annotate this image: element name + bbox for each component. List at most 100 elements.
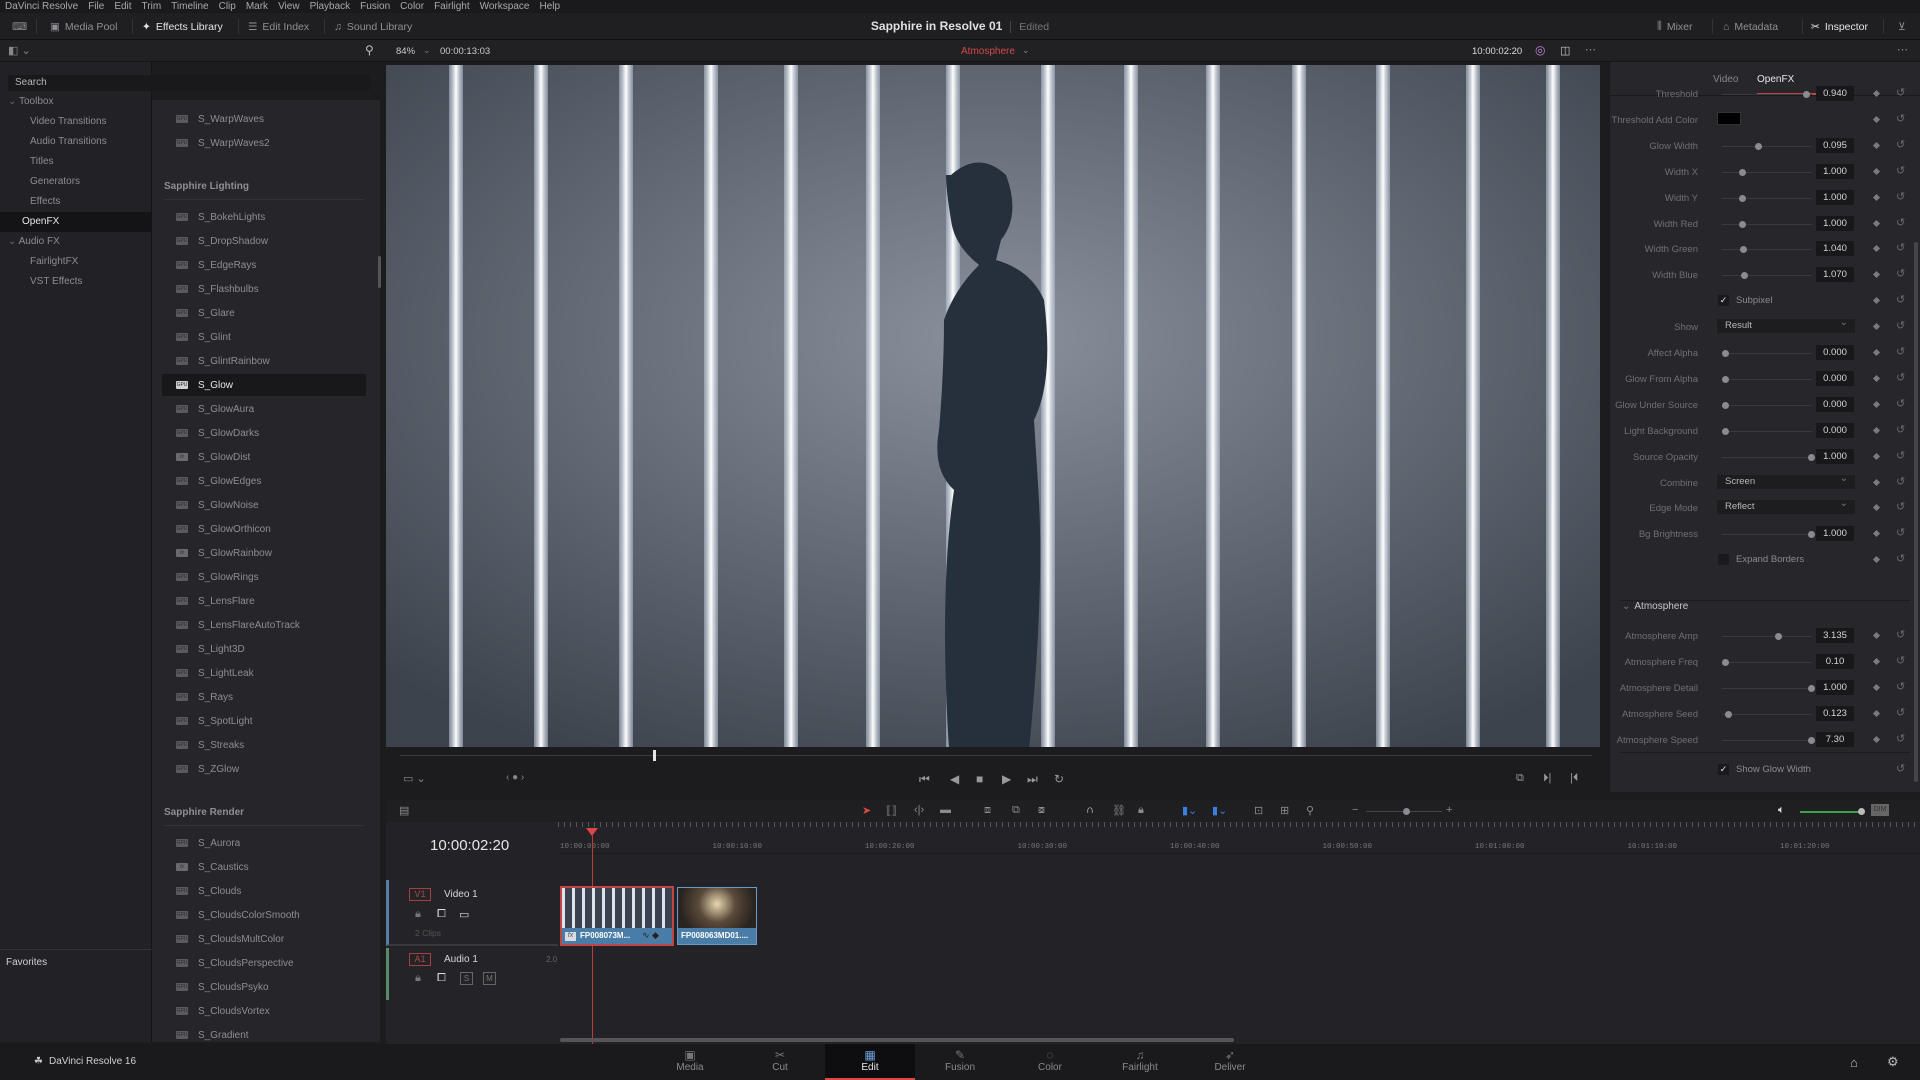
zoom-detail-icon[interactable]: ⊞: [1280, 804, 1289, 817]
keyframe-icon[interactable]: [1872, 657, 1881, 665]
param-slider[interactable]: [1722, 168, 1812, 176]
effect-list-item[interactable]: GPU S_GlowRings: [162, 566, 366, 588]
overwrite-clip-icon[interactable]: ⧉: [1012, 804, 1020, 817]
color-swatch[interactable]: [1717, 111, 1741, 125]
param-value-input[interactable]: 1.040: [1816, 241, 1854, 257]
reverse-icon[interactable]: ◀: [950, 772, 959, 786]
param-slider[interactable]: [1722, 710, 1812, 718]
auto-select-icon[interactable]: ⧠: [437, 908, 446, 921]
inspector-button[interactable]: ✂ Inspector: [1811, 18, 1868, 35]
lock-icon[interactable]: 🔒︎: [1138, 804, 1144, 817]
keyframe-icon[interactable]: [1872, 323, 1881, 331]
effect-list-item[interactable]: fx S_Caustics: [162, 856, 366, 878]
home-icon[interactable]: ⌂: [1850, 1055, 1858, 1070]
reset-icon[interactable]: ↺: [1896, 475, 1905, 488]
reset-icon[interactable]: ↺: [1896, 423, 1905, 436]
reset-icon[interactable]: ↺: [1896, 628, 1905, 641]
param-value-input[interactable]: 3.135: [1816, 628, 1854, 643]
tree-item[interactable]: Titles: [0, 152, 152, 172]
stop-icon[interactable]: ■: [976, 772, 983, 786]
menu-item[interactable]: File: [88, 1, 104, 12]
auto-select-icon[interactable]: ⧠: [437, 972, 446, 985]
reset-icon[interactable]: ↺: [1896, 345, 1905, 358]
reset-icon[interactable]: ↺: [1896, 397, 1905, 410]
slider-knob[interactable]: [1739, 168, 1747, 176]
reset-icon[interactable]: ↺: [1896, 732, 1905, 745]
slider-knob[interactable]: [1740, 272, 1748, 280]
effect-list-item[interactable]: GPU S_BokehLights: [162, 206, 366, 228]
flag-icon[interactable]: ▮⌄: [1182, 804, 1197, 817]
effect-list-item[interactable]: GPU S_GlowEdges: [162, 470, 366, 492]
keyframe-nav-icon[interactable]: ‹ ● ›: [506, 772, 524, 783]
timeline-ruler[interactable]: 10:00:00:00 10:00:10:00 10:00:20:00 10:00:3…: [558, 822, 1920, 854]
param-slider[interactable]: [1722, 684, 1815, 692]
reset-icon[interactable]: ↺: [1896, 86, 1905, 99]
panel-toggle-icon[interactable]: ◧ ⌄: [8, 44, 31, 57]
track-id-v1[interactable]: V1: [409, 888, 431, 901]
zoom-custom-icon[interactable]: ⚲: [1306, 804, 1314, 817]
effect-list-item[interactable]: GPU S_GlowOrthicon: [162, 518, 366, 540]
keyframe-icon[interactable]: [1872, 219, 1881, 227]
settings-gear-icon[interactable]: ⚙: [1887, 1054, 1899, 1070]
effect-list-item[interactable]: GPU S_LensFlare: [162, 590, 366, 612]
loop-icon[interactable]: ↻: [1054, 772, 1064, 786]
keyframe-icon[interactable]: [1872, 348, 1881, 357]
menu-item[interactable]: Fairlight: [434, 1, 470, 12]
menu-item[interactable]: Timeline: [171, 1, 208, 12]
keyframe-icon[interactable]: [1872, 426, 1881, 434]
scrubber-handle[interactable]: [653, 750, 656, 761]
edit-index-button[interactable]: ☰ Edit Index: [248, 18, 309, 35]
param-slider[interactable]: [1722, 350, 1812, 357]
effect-list-item[interactable]: GPU S_CloudsVortex: [162, 1000, 366, 1022]
param-value-input[interactable]: 0.000: [1816, 422, 1854, 438]
play-icon[interactable]: ▶: [1002, 772, 1011, 786]
slider-knob[interactable]: [1722, 401, 1729, 409]
reset-icon[interactable]: ↺: [1896, 112, 1905, 125]
slider-knob[interactable]: [1722, 427, 1729, 435]
keyframe-icon[interactable]: [1872, 504, 1881, 512]
tree-item[interactable]: VST Effects: [0, 272, 152, 292]
slider-knob[interactable]: [1722, 350, 1729, 357]
effects-group-header[interactable]: Sapphire Render: [164, 802, 364, 826]
param-dropdown[interactable]: Screen: [1717, 472, 1855, 489]
keyframe-icon[interactable]: [1872, 193, 1881, 201]
page-media[interactable]: ▣ Media: [645, 1044, 735, 1080]
param-slider[interactable]: [1722, 427, 1812, 435]
library-search-input[interactable]: Search: [8, 75, 370, 91]
match-frame-icon[interactable]: ⧉: [1516, 772, 1524, 785]
keyframe-icon[interactable]: [1872, 530, 1881, 538]
reset-icon[interactable]: ↺: [1896, 526, 1905, 539]
param-value-input[interactable]: 1.000: [1816, 448, 1854, 464]
slider-knob[interactable]: [1808, 531, 1815, 539]
param-slider[interactable]: [1722, 91, 1812, 98]
menu-item[interactable]: Mark: [246, 1, 268, 12]
atmosphere-section-header[interactable]: ⌄ Atmosphere: [1622, 601, 1688, 612]
effect-list-item[interactable]: GPU S_GlowDarks: [162, 422, 366, 444]
tree-item[interactable]: Effects: [0, 192, 152, 212]
insert-clip-icon[interactable]: ⧈: [984, 804, 991, 817]
effect-list-item[interactable]: GPU S_SpotLight: [162, 710, 366, 732]
reset-icon[interactable]: ↺: [1896, 654, 1905, 667]
effect-list-item[interactable]: GPU S_WarpWaves: [162, 108, 366, 130]
keyframe-icon[interactable]: [1872, 141, 1881, 149]
effect-list-item[interactable]: GPU S_DropShadow: [162, 230, 366, 252]
keyframe-icon[interactable]: [1872, 735, 1881, 743]
param-slider[interactable]: [1722, 658, 1812, 666]
effect-list-item[interactable]: GPU S_Glare: [162, 302, 366, 324]
param-value-input[interactable]: 7.30: [1816, 731, 1854, 747]
viewer-scrubber[interactable]: [400, 755, 1592, 756]
reset-icon[interactable]: ↺: [1896, 216, 1905, 229]
menu-item[interactable]: DaVinci Resolve: [5, 1, 78, 12]
favorites-header[interactable]: Favorites: [0, 949, 152, 968]
zoom-out-icon[interactable]: −: [1352, 804, 1358, 816]
param-slider[interactable]: [1722, 531, 1815, 539]
mixer-button[interactable]: ⫼ Mixer: [1657, 18, 1693, 35]
param-dropdown[interactable]: Result: [1717, 316, 1855, 334]
timeline-clip[interactable]: fx FP008073M... ∿ ◆: [560, 886, 674, 946]
reset-icon[interactable]: ↺: [1896, 500, 1905, 513]
blade-tool-icon[interactable]: ▬: [940, 804, 951, 816]
color-wheel-icon[interactable]: ◎: [1535, 43, 1545, 57]
track-lock-icon[interactable]: 🔒︎: [415, 972, 421, 985]
keyframe-icon[interactable]: [1872, 556, 1881, 564]
track-lock-icon[interactable]: 🔒︎: [415, 908, 421, 921]
